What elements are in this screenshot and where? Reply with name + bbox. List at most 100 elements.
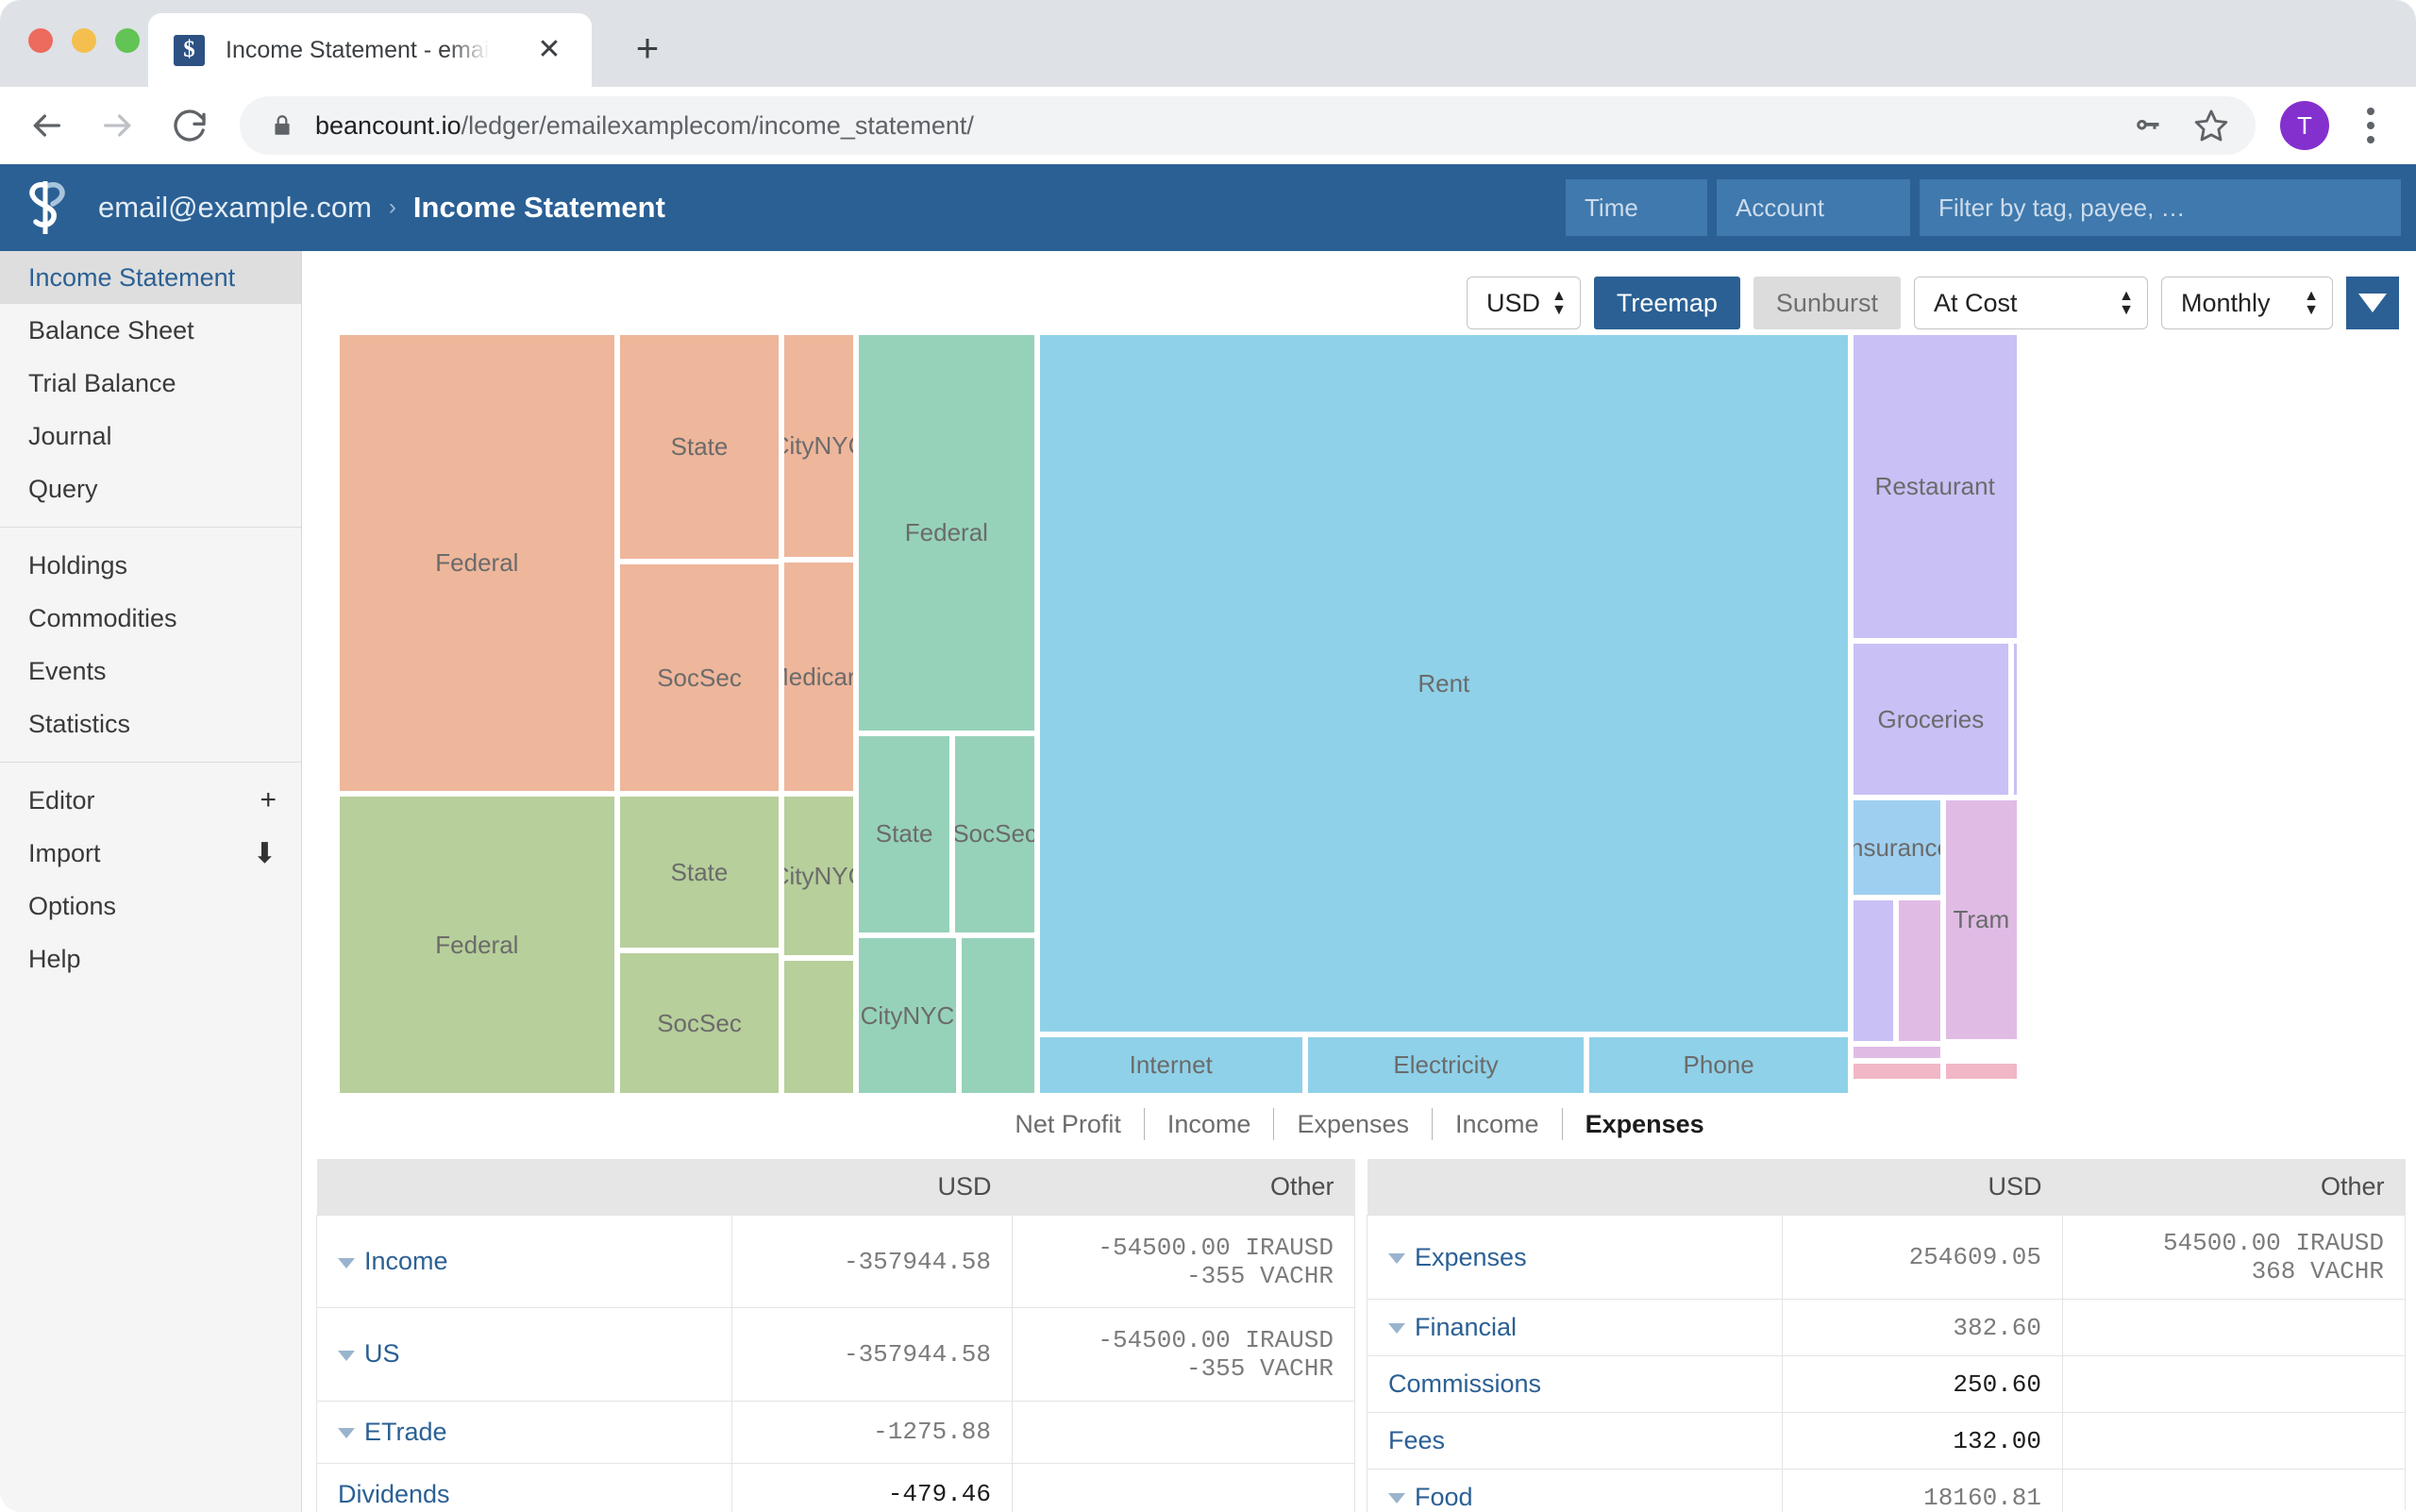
treemap-cell-socsec[interactable]: SocSec [616, 561, 782, 795]
treemap-cell-socsec[interactable]: SocSec [616, 950, 782, 1096]
table-row[interactable]: US -357944.58 -54500.00 IRAUSD -355 VACHR [316, 1307, 1355, 1402]
account-cell[interactable]: Food [1367, 1469, 1783, 1512]
col-header-usd[interactable]: USD [1782, 1159, 2063, 1216]
treemap-cell-electricity[interactable]: Electricity [1304, 1034, 1587, 1096]
window-minimize-button[interactable] [72, 28, 96, 53]
table-row[interactable]: Financial 382.60 [1367, 1299, 2406, 1356]
account-cell[interactable]: Financial [1367, 1299, 1783, 1356]
sidebar-item-journal[interactable]: Journal [0, 410, 301, 462]
sidebar-item-help[interactable]: Help [0, 932, 301, 985]
expand-caret-icon[interactable] [1388, 1252, 1405, 1264]
table-row[interactable]: Food 18160.81 [1367, 1469, 2406, 1512]
star-icon[interactable] [2184, 98, 2239, 153]
col-header-other[interactable]: Other [2062, 1159, 2406, 1216]
sidebar-item-commodities[interactable]: Commodities [0, 592, 301, 645]
add-entry-icon[interactable]: + [260, 784, 277, 816]
account-cell[interactable]: Commissions [1367, 1355, 1783, 1413]
sidebar-item-editor[interactable]: Editor + [0, 774, 301, 827]
treemap-cell[interactable] [958, 935, 1037, 1096]
treemap-cell-restaurant[interactable]: Restaurant [1850, 332, 2020, 641]
download-import-icon[interactable]: ⬇ [253, 837, 277, 870]
treemap-cell-citynyc[interactable]: CityNYC [855, 935, 959, 1096]
sidebar-item-query[interactable]: Query [0, 462, 301, 515]
treemap-toggle-button[interactable]: Treemap [1593, 277, 1740, 329]
table-row[interactable]: Expenses 254609.05 54500.00 IRAUSD 368 VAC… [1367, 1215, 2406, 1300]
expand-caret-icon[interactable] [1388, 1323, 1405, 1335]
expand-caret-icon[interactable] [338, 1350, 355, 1361]
treemap-cell-state[interactable]: State [616, 332, 782, 562]
new-tab-icon[interactable]: + [623, 24, 672, 73]
treemap-cell[interactable] [1850, 897, 1896, 1044]
chart-tab-expenses[interactable]: Expenses [1274, 1110, 1432, 1139]
profile-avatar[interactable]: T [2280, 101, 2329, 150]
back-arrow-icon[interactable] [17, 96, 76, 155]
treemap-cell-federal[interactable]: Federal [337, 332, 617, 795]
account-cell[interactable]: Fees [1367, 1412, 1783, 1470]
treemap-cell[interactable] [1850, 1043, 1943, 1061]
table-row[interactable]: Commissions 250.60 [1367, 1355, 2406, 1413]
treemap-cell-internet[interactable]: Internet [1036, 1034, 1305, 1096]
interval-select[interactable]: Monthly ▲ ▼ [2161, 277, 2333, 329]
treemap-cell-federal[interactable]: Federal [855, 332, 1037, 733]
account-filter-input[interactable]: Account [1717, 179, 1910, 236]
table-row[interactable]: ETrade -1275.88 [316, 1400, 1355, 1464]
sidebar-item-options[interactable]: Options [0, 880, 301, 932]
treemap-cell-groceries[interactable]: Groceries [1850, 640, 2011, 798]
table-row[interactable]: Fees 132.00 [1367, 1412, 2406, 1470]
account-cell[interactable]: US [316, 1307, 732, 1402]
col-header-other[interactable]: Other [1012, 1159, 1355, 1216]
sidebar-item-holdings[interactable]: Holdings [0, 539, 301, 592]
treemap-cell-citynyc[interactable]: CityNYC [781, 794, 856, 959]
currency-select[interactable]: USD ▲ ▼ [1467, 277, 1581, 329]
address-bar[interactable]: beancount.io/ledger/emailexamplecom/inco… [240, 96, 2256, 155]
account-cell[interactable]: Income [316, 1214, 732, 1309]
treemap-cell-socsec[interactable]: SocSec [952, 732, 1037, 936]
treemap-chart[interactable]: Federal State SocSec CityNYC Medicare Federal… [337, 332, 2396, 1096]
table-row[interactable]: Income -357944.58 -54500.00 IRAUSD -355 VA… [316, 1214, 1355, 1309]
close-tab-icon[interactable]: ✕ [533, 34, 565, 66]
treemap-cell-state[interactable]: State [616, 794, 782, 951]
account-cell[interactable]: ETrade [316, 1400, 732, 1464]
treemap-cell[interactable] [1895, 897, 1943, 1044]
col-header-account[interactable] [316, 1159, 732, 1216]
window-maximize-button[interactable] [115, 28, 140, 53]
treemap-cell-tram[interactable]: Tram [1942, 798, 2020, 1043]
treemap-cell[interactable] [2010, 640, 2020, 798]
treemap-cell-insurance[interactable]: Insurance [1850, 798, 1943, 898]
breadcrumb-ledger-link[interactable]: email@example.com [98, 191, 372, 225]
treemap-cell-medicare[interactable]: Medicare [781, 560, 856, 795]
treemap-cell[interactable] [1942, 1060, 2020, 1083]
three-dot-menu-icon[interactable] [2350, 98, 2391, 153]
sidebar-item-trial-balance[interactable]: Trial Balance [0, 357, 301, 410]
table-row[interactable]: Dividends -479.46 [316, 1462, 1355, 1512]
sidebar-item-income-statement[interactable]: Income Statement [0, 251, 301, 304]
col-header-account[interactable] [1367, 1159, 1783, 1216]
sidebar-item-statistics[interactable]: Statistics [0, 697, 301, 750]
sidebar-item-import[interactable]: Import ⬇ [0, 827, 301, 880]
account-cell[interactable]: Dividends [316, 1462, 732, 1512]
treemap-cell[interactable] [781, 958, 856, 1096]
chart-tab-income[interactable]: Income [1433, 1110, 1562, 1139]
chart-collapse-button[interactable] [2346, 277, 2399, 329]
key-icon[interactable] [2122, 98, 2176, 153]
expand-caret-icon[interactable] [338, 1427, 355, 1438]
chart-tab-income[interactable]: Income [1145, 1110, 1274, 1139]
expand-caret-icon[interactable] [338, 1257, 355, 1268]
chart-tab-expenses[interactable]: Expenses [1563, 1110, 1727, 1139]
treemap-cell-federal[interactable]: Federal [337, 794, 617, 1096]
treemap-cell-citynyc[interactable]: CityNYC [781, 332, 856, 561]
time-filter-input[interactable]: Time [1566, 179, 1707, 236]
account-cell[interactable]: Expenses [1367, 1215, 1783, 1300]
fava-dollar-logo-icon[interactable] [21, 179, 74, 236]
chart-tab-net-profit[interactable]: Net Profit [992, 1110, 1144, 1139]
treemap-cell[interactable] [1850, 1060, 1943, 1083]
window-close-button[interactable] [28, 28, 53, 53]
sidebar-item-balance-sheet[interactable]: Balance Sheet [0, 304, 301, 357]
treemap-cell-rent[interactable]: Rent [1036, 332, 1851, 1035]
treemap-cell-state[interactable]: State [855, 732, 953, 936]
valuation-select[interactable]: At Cost ▲ ▼ [1914, 277, 2148, 329]
reload-icon[interactable] [160, 96, 219, 155]
browser-tab[interactable]: $ Income Statement - email@exa ✕ [148, 13, 592, 87]
treemap-cell-phone[interactable]: Phone [1586, 1034, 1851, 1096]
expand-caret-icon[interactable] [1388, 1493, 1405, 1504]
